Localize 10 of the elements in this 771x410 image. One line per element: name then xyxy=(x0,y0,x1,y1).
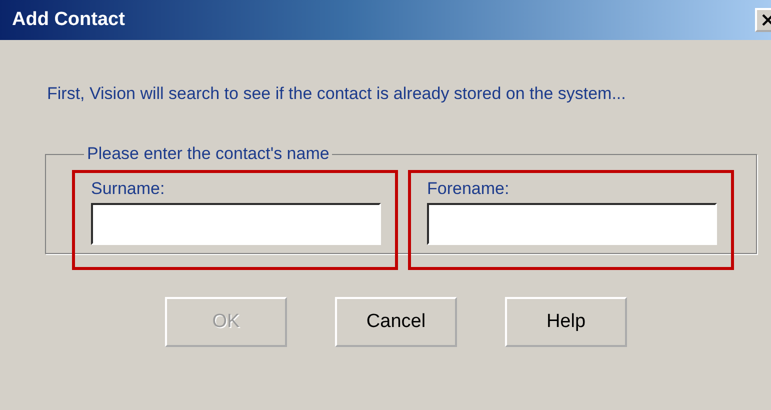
input-field[interactable] xyxy=(91,203,381,245)
info-message: First, Vision will search to see if the contact is already stored on the system... xyxy=(47,84,627,104)
dialog-button[interactable]: Help xyxy=(505,297,627,347)
close-icon xyxy=(762,14,771,26)
dialog-button[interactable]: Cancel xyxy=(335,297,457,347)
input-field[interactable] xyxy=(427,203,717,245)
window-title: Add Contact xyxy=(12,9,125,31)
group-legend: Please enter the contact's name xyxy=(84,144,332,164)
field-label: Surname: xyxy=(91,179,166,199)
field-label: Forename: xyxy=(427,179,510,199)
